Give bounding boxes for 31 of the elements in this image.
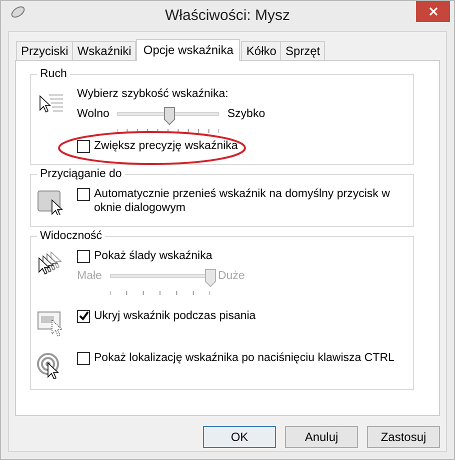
checkbox-label[interactable]: Ukryj wskaźnik podczas pisania	[94, 308, 256, 324]
mouse-icon	[10, 5, 26, 19]
checkbox[interactable]	[77, 140, 90, 154]
tab[interactable]: Opcje wskaźnika	[136, 39, 240, 61]
dialog-button[interactable]: OK	[203, 426, 276, 448]
checkbox[interactable]	[77, 250, 90, 262]
slider-min-label: Małe	[77, 268, 102, 284]
checkbox-label[interactable]: Automatycznie przenieś wskaźnik na domyślny przycisk w oknie dialogowym	[94, 186, 405, 216]
close-icon	[428, 7, 438, 16]
slider-max-label: Szybko	[227, 107, 266, 122]
checkbox[interactable]	[77, 188, 90, 201]
tab[interactable]: Przyciski	[16, 41, 74, 60]
checkbox[interactable]	[77, 352, 90, 365]
tab[interactable]: Wskaźniki	[72, 41, 136, 60]
group-title: Przyciąganie do	[37, 166, 125, 182]
slider-thumb[interactable]	[164, 107, 176, 126]
window-title: Właściwości: Mysz	[164, 6, 290, 26]
dialog-button[interactable]: Zastosuj	[367, 426, 440, 448]
slider-label: Wybierz szybkość wskaźnika:	[77, 87, 230, 102]
tab[interactable]: Kółko	[241, 41, 282, 60]
close-button[interactable]	[416, 1, 450, 22]
checkbox-label[interactable]: Pokaż ślady wskaźnika	[94, 248, 212, 263]
tab[interactable]: Sprzęt	[280, 41, 326, 60]
checkbox[interactable]	[77, 310, 90, 323]
dialog-button[interactable]: Anuluj	[285, 426, 358, 448]
checkbox-label[interactable]: Pokaż lokalizację wskaźnika po naciśnięciu klawisza CTRL	[94, 350, 394, 366]
hide-pointer-icon	[37, 310, 65, 337]
pointer-trails-icon	[37, 250, 65, 276]
snap-to-button-icon	[37, 188, 65, 215]
slider-max-label: Duże	[218, 268, 245, 284]
slider-min-label: Wolno	[77, 107, 110, 122]
